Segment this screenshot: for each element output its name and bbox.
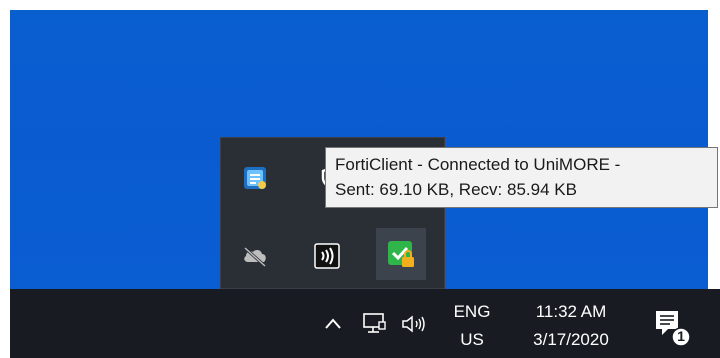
notification-icon[interactable]: 1 <box>652 307 692 347</box>
chevron-up-icon[interactable] <box>322 313 344 335</box>
cloud-offline-icon[interactable] <box>233 234 277 278</box>
forticlient-icon[interactable] <box>376 228 426 280</box>
clock-date: 3/17/2020 <box>533 330 609 349</box>
volume-icon[interactable] <box>400 312 430 336</box>
forticlient-tooltip: FortiClient - Connected to UniMORE - Sen… <box>325 147 718 208</box>
network-icon[interactable] <box>361 311 387 337</box>
tooltip-line-2: Sent: 69.10 KB, Recv: 85.94 KB <box>335 180 577 199</box>
clock[interactable]: 11:32 AM 3/17/2020 <box>513 302 629 350</box>
taskbar: ENG US 11:32 AM 3/17/2020 1 <box>10 289 720 358</box>
audio-icon[interactable] <box>305 234 349 278</box>
audio-icon-graphic <box>314 243 340 269</box>
forticlient-icon-graphic <box>388 241 414 267</box>
language-line-2: US <box>460 330 484 349</box>
notification-count: 1 <box>677 328 685 344</box>
tooltip-line-1: FortiClient - Connected to UniMORE - <box>335 155 621 174</box>
chevron-up-icon-graphic <box>325 318 341 329</box>
volume-icon-graphic <box>402 315 425 333</box>
language-line-1: ENG <box>453 302 491 321</box>
language-indicator[interactable]: ENG US <box>450 302 494 350</box>
app-icon-graphic <box>244 167 266 189</box>
network-icon-graphic <box>363 313 386 333</box>
app-icon[interactable] <box>233 156 277 200</box>
cloud-offline-icon-graphic <box>243 246 267 268</box>
clock-time: 11:32 AM <box>535 302 607 321</box>
